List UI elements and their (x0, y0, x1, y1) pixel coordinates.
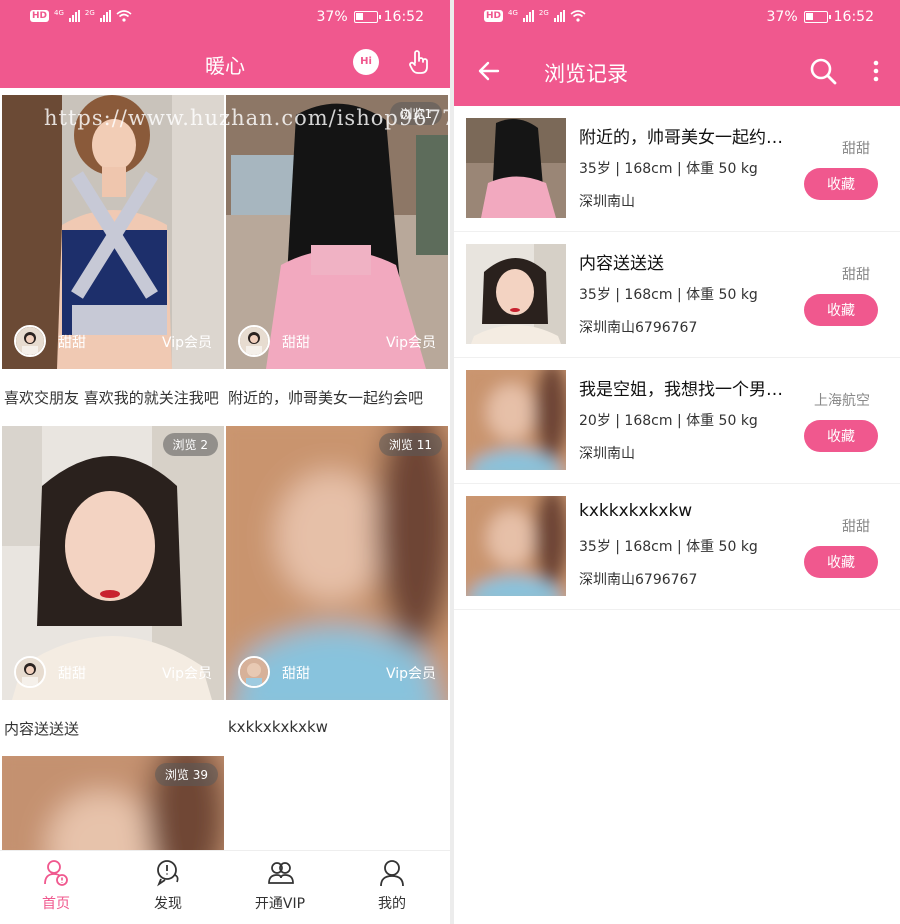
nav-profile[interactable]: 我的 (336, 851, 448, 924)
avatar (14, 656, 46, 688)
nav-home[interactable]: 首页 (0, 851, 112, 924)
item-username: 上海航空 (814, 393, 870, 409)
list-item[interactable]: 我是空姐，我想找一个男朋友 20岁 | 168cm | 体重 50 kg 深圳南… (454, 358, 900, 484)
item-thumbnail (466, 496, 566, 596)
item-location: 深圳南山6796767 (579, 320, 698, 336)
item-location: 深圳南山6796767 (579, 572, 698, 588)
post-caption: 喜欢交朋友 喜欢我的就关注我吧 (4, 389, 219, 407)
user-name: 甜甜 (282, 335, 310, 351)
hd-badge: HD (30, 10, 50, 22)
post-card[interactable]: 浏览 2 甜甜 Vip会员 内容送送送 (2, 426, 224, 746)
battery-icon (353, 11, 381, 23)
post-card[interactable]: 浏览 39 (2, 756, 224, 856)
bottom-nav: 首页 发现 开通VIP 我的 (0, 850, 450, 924)
item-username: 甜甜 (842, 267, 870, 283)
vip-badge: Vip会员 (161, 666, 212, 682)
item-meta: 20岁 | 168cm | 体重 50 kg (579, 413, 758, 429)
home-user-icon (44, 860, 68, 886)
page-title: 暖心 (205, 54, 245, 78)
post-caption: kxkkxkxkxkw (228, 718, 328, 736)
battery-percent: 37% (766, 9, 798, 25)
item-title: 附近的，帅哥美女一起约会吧 (579, 128, 794, 148)
nav-label: 我的 (378, 896, 406, 912)
post-caption: 附近的，帅哥美女一起约会吧 (228, 389, 424, 407)
avatar (238, 656, 270, 688)
item-username: 甜甜 (842, 141, 870, 157)
list-item[interactable]: 附近的，帅哥美女一起约会吧 35岁 | 168cm | 体重 50 kg 深圳南… (454, 106, 900, 232)
user-name: 甜甜 (58, 335, 86, 351)
item-title: kxkkxkxkxkw (579, 501, 693, 521)
item-title: 内容送送送 (579, 254, 664, 274)
nav-label: 发现 (154, 896, 182, 912)
favorite-button[interactable]: 收藏 (804, 420, 878, 452)
touch-hand-icon[interactable] (405, 49, 431, 75)
item-thumbnail (466, 370, 566, 470)
item-meta: 35岁 | 168cm | 体重 50 kg (579, 539, 758, 555)
discover-chat-icon (157, 860, 179, 887)
nav-label: 首页 (42, 896, 70, 912)
user-name: 甜甜 (58, 666, 86, 682)
clock: 16:52 (383, 9, 424, 25)
vip-badge: Vip会员 (385, 335, 436, 351)
item-thumbnail (466, 118, 566, 218)
item-username: 甜甜 (842, 519, 870, 535)
list-item[interactable]: kxkkxkxkxkw 35岁 | 168cm | 体重 50 kg 深圳南山6… (454, 484, 900, 610)
vip-badge: Vip会员 (385, 666, 436, 682)
user-name: 甜甜 (282, 666, 310, 682)
wifi-icon (116, 10, 132, 22)
watermark: https://www.huzhan.com/ishop9677 (44, 106, 450, 130)
hd-badge: HD (484, 10, 504, 22)
item-meta: 35岁 | 168cm | 体重 50 kg (579, 161, 758, 177)
profile-icon (380, 860, 404, 887)
item-title: 我是空姐，我想找一个男朋友 (579, 380, 794, 400)
battery-icon (803, 11, 831, 23)
favorite-button[interactable]: 收藏 (804, 294, 878, 326)
post-caption: 内容送送送 (4, 720, 80, 738)
post-card[interactable]: 浏览 11 甜甜 Vip会员 kxkkxkxkxkw (226, 426, 448, 746)
wifi-icon (570, 10, 586, 22)
item-thumbnail (466, 244, 566, 344)
item-location: 深圳南山 (579, 194, 635, 210)
view-count: 浏览 2 (162, 433, 218, 456)
nav-vip[interactable]: 开通VIP (224, 851, 336, 924)
home-screen: HD 4G 2G 37% 16:52 暖心 Hi 甜甜 Vip会员 喜欢交朋友 … (0, 0, 450, 924)
item-location: 深圳南山 (579, 446, 635, 462)
view-count: 浏览 11 (378, 433, 442, 456)
signal-icon (68, 10, 80, 22)
history-screen: HD 4G 2G 37% 16:52 浏览记录 附近的，帅哥美女一起约会吧 35… (454, 0, 900, 924)
clock: 16:52 (833, 9, 874, 25)
avatar (14, 325, 46, 357)
status-bar: HD 4G 2G 37% 16:52 (30, 9, 424, 25)
avatar (238, 325, 270, 357)
vip-badge: Vip会员 (161, 335, 212, 351)
battery-percent: 37% (316, 9, 348, 25)
vip-users-icon (268, 862, 294, 884)
back-arrow-icon[interactable] (476, 58, 502, 84)
search-icon[interactable] (808, 56, 838, 86)
post-card[interactable]: 甜甜 Vip会员 喜欢交朋友 喜欢我的就关注我吧 (2, 95, 224, 415)
signal-icon (522, 10, 534, 22)
view-count: 浏览 39 (154, 763, 218, 786)
more-vertical-icon[interactable] (866, 58, 886, 84)
hi-chat-button[interactable]: Hi (353, 49, 379, 75)
favorite-button[interactable]: 收藏 (804, 546, 878, 578)
status-bar: HD 4G 2G 37% 16:52 (484, 9, 874, 25)
post-card[interactable]: 浏览1 甜甜 Vip会员 附近的，帅哥美女一起约会吧 (226, 95, 448, 415)
nav-discover[interactable]: 发现 (112, 851, 224, 924)
list-item[interactable]: 内容送送送 35岁 | 168cm | 体重 50 kg 深圳南山6796767… (454, 232, 900, 358)
nav-label: 开通VIP (254, 896, 306, 912)
page-title: 浏览记录 (544, 62, 628, 86)
signal-icon (553, 10, 565, 22)
favorite-button[interactable]: 收藏 (804, 168, 878, 200)
signal-icon (99, 10, 111, 22)
item-meta: 35岁 | 168cm | 体重 50 kg (579, 287, 758, 303)
